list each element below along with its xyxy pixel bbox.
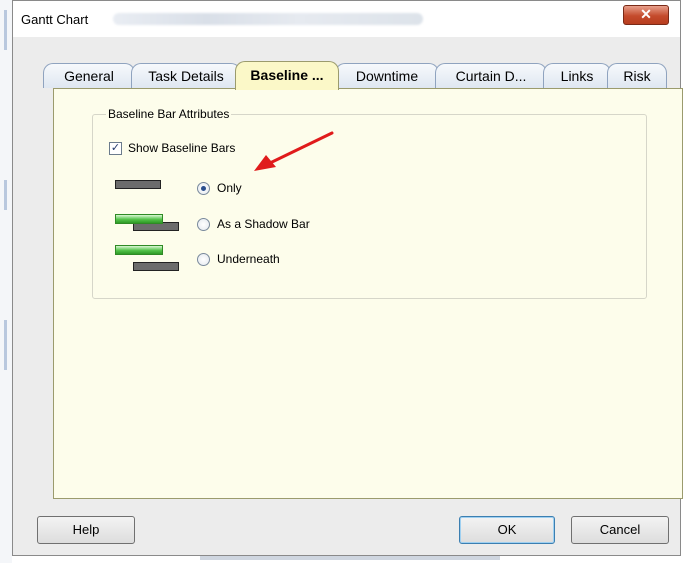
radio-as-shadow-bar-label[interactable]: As a Shadow Bar bbox=[217, 217, 310, 231]
ok-button[interactable]: OK bbox=[459, 516, 555, 544]
baseline-bar-attributes-group: Baseline Bar Attributes ✓ Show Baseline … bbox=[92, 107, 647, 299]
tab-general[interactable]: General bbox=[43, 63, 135, 88]
tab-downtime-label: Downtime bbox=[355, 68, 419, 84]
tab-risk[interactable]: Risk bbox=[607, 63, 667, 88]
tab-baseline[interactable]: Baseline ... bbox=[235, 61, 339, 90]
tab-baseline-label: Baseline ... bbox=[250, 67, 324, 83]
tab-task-details[interactable]: Task Details bbox=[131, 63, 241, 88]
tab-links[interactable]: Links bbox=[543, 63, 611, 88]
tab-links-label: Links bbox=[560, 68, 594, 84]
blurred-title-path bbox=[113, 13, 423, 25]
tab-general-label: General bbox=[64, 68, 114, 84]
background-window-edge-bottom bbox=[200, 556, 500, 560]
tab-strip: General Task Details Baseline ... Downti… bbox=[43, 61, 683, 90]
window-title: Gantt Chart bbox=[21, 12, 89, 27]
title-bar[interactable]: Gantt Chart ✕ bbox=[13, 1, 680, 37]
radio-only-label[interactable]: Only bbox=[217, 181, 242, 195]
radio-only[interactable] bbox=[197, 182, 210, 195]
tab-risk-label: Risk bbox=[623, 68, 651, 84]
close-icon: ✕ bbox=[640, 6, 652, 22]
ok-button-label: OK bbox=[497, 522, 517, 537]
tab-curtain-d-label: Curtain D... bbox=[455, 68, 527, 84]
group-label: Baseline Bar Attributes bbox=[106, 107, 232, 121]
gantt-chart-dialog: Gantt Chart ✕ General Task Details Basel… bbox=[12, 0, 683, 556]
help-button-label: Help bbox=[72, 522, 100, 537]
show-baseline-bars-label[interactable]: Show Baseline Bars bbox=[128, 141, 235, 155]
cancel-button[interactable]: Cancel bbox=[571, 516, 669, 544]
tab-downtime[interactable]: Downtime bbox=[335, 63, 439, 88]
tab-task-details-label: Task Details bbox=[148, 68, 224, 84]
show-baseline-bars-checkbox[interactable]: ✓ bbox=[109, 142, 122, 155]
radio-as-shadow-bar[interactable] bbox=[197, 218, 210, 231]
cancel-button-label: Cancel bbox=[599, 522, 641, 537]
red-arrow-annotation bbox=[254, 131, 334, 171]
radio-underneath-label[interactable]: Underneath bbox=[217, 252, 280, 266]
background-window-edge bbox=[0, 0, 12, 563]
tab-curtain-d[interactable]: Curtain D... bbox=[435, 63, 547, 88]
help-button[interactable]: Help bbox=[37, 516, 135, 544]
baseline-tab-panel: Baseline Bar Attributes ✓ Show Baseline … bbox=[53, 88, 683, 499]
close-button[interactable]: ✕ bbox=[623, 5, 669, 25]
radio-underneath[interactable] bbox=[197, 253, 210, 266]
